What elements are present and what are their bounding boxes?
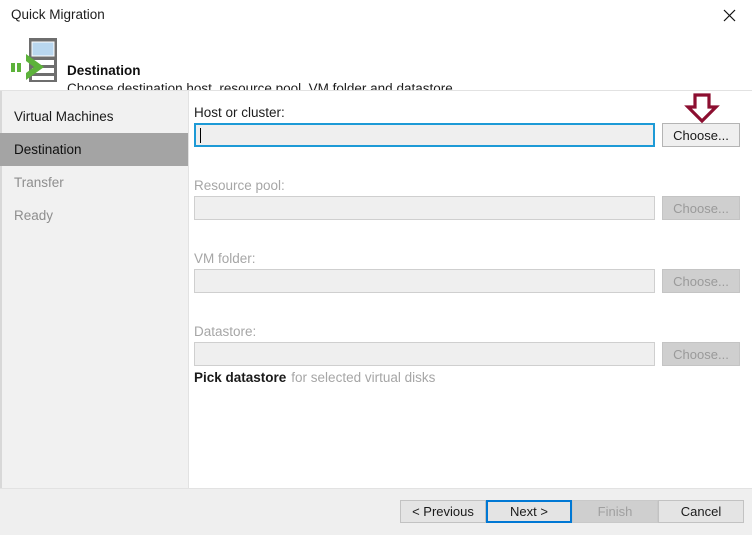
vm-folder-label: VM folder:: [194, 251, 256, 266]
datastore-label: Datastore:: [194, 324, 257, 339]
sidebar-item-ready[interactable]: Ready: [0, 199, 188, 232]
resource-pool-choose-button: Choose...: [662, 196, 740, 220]
datastore-choose-button: Choose...: [662, 342, 740, 366]
datastore-input: [194, 342, 655, 366]
host-or-cluster-input[interactable]: [194, 123, 655, 147]
next-button[interactable]: Next >: [486, 500, 572, 523]
cancel-button[interactable]: Cancel: [658, 500, 744, 523]
host-or-cluster-choose-button[interactable]: Choose...: [662, 123, 740, 147]
vm-folder-input: [194, 269, 655, 293]
text-caret: [200, 128, 201, 143]
previous-button[interactable]: < Previous: [400, 500, 486, 523]
sidebar-item-virtual-machines[interactable]: Virtual Machines: [0, 100, 188, 133]
vm-folder-choose-button: Choose...: [662, 269, 740, 293]
close-icon: [723, 9, 736, 22]
sidebar-item-label: Virtual Machines: [14, 109, 114, 124]
pick-datastore-link[interactable]: Pick datastore: [194, 370, 286, 385]
resource-pool-label: Resource pool:: [194, 178, 285, 193]
down-arrow-annotation-icon: [684, 93, 720, 124]
sidebar-item-label: Ready: [14, 208, 54, 223]
sidebar-item-transfer[interactable]: Transfer: [0, 166, 188, 199]
resource-pool-input: [194, 196, 655, 220]
window-title: Quick Migration: [11, 7, 105, 22]
host-or-cluster-label: Host or cluster:: [194, 105, 285, 120]
header-title: Destination: [67, 63, 141, 78]
finish-button: Finish: [572, 500, 658, 523]
footer-divider: [0, 488, 752, 489]
sidebar-item-label: Destination: [14, 142, 82, 157]
pick-datastore-hint: for selected virtual disks: [291, 370, 436, 385]
host-migration-icon: [10, 34, 66, 86]
sidebar-item-label: Transfer: [14, 175, 64, 190]
pick-datastore-row: Pick datastore for selected virtual disks: [194, 370, 435, 385]
sidebar-item-destination[interactable]: Destination: [0, 133, 188, 166]
title-bar: Quick Migration: [0, 0, 752, 30]
wizard-header: Destination Choose destination host, res…: [0, 30, 752, 96]
close-button[interactable]: [707, 0, 752, 30]
